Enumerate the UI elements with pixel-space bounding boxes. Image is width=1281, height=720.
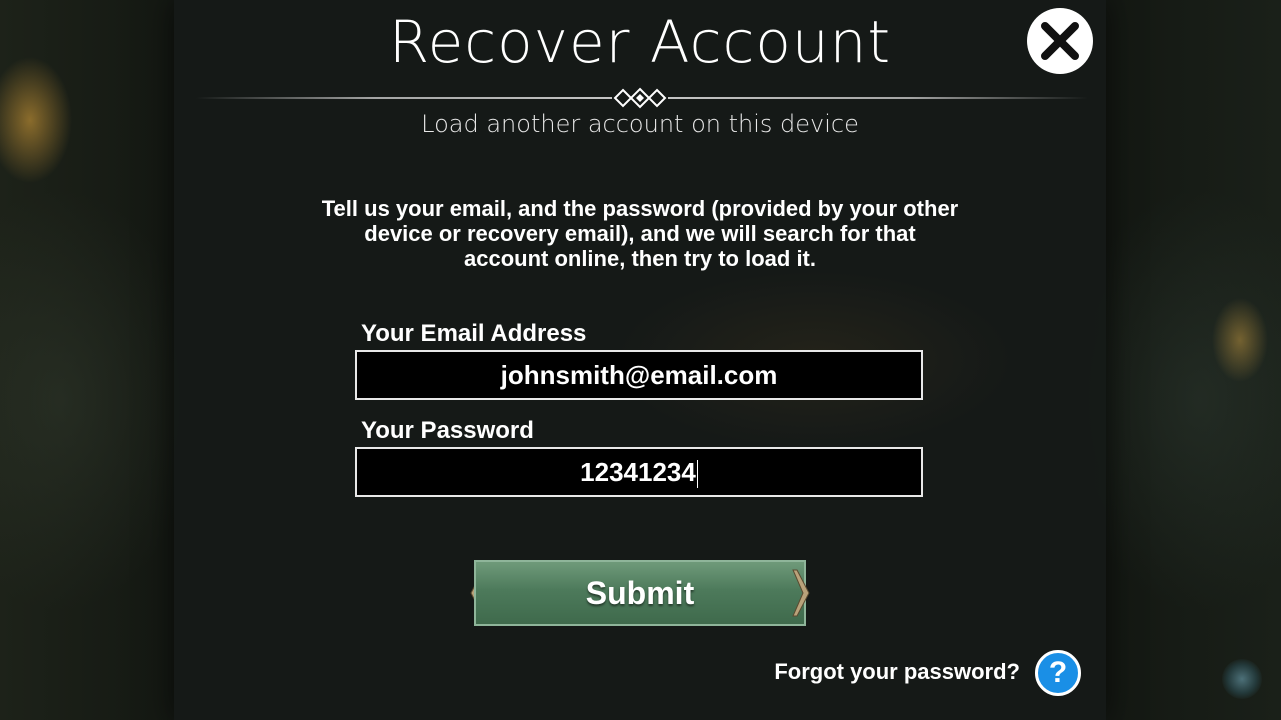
password-value: 12341234 (580, 457, 696, 487)
text-caret (696, 460, 698, 489)
email-value: johnsmith@email.com (500, 360, 778, 390)
password-label: Your Password (361, 417, 534, 444)
password-field[interactable]: 12341234 (355, 447, 923, 497)
email-label: Your Email Address (361, 320, 587, 347)
corner-orb-icon (1222, 659, 1262, 699)
forgot-password-link[interactable]: Forgot your password? (740, 659, 1020, 685)
diamond-ornament-icon (612, 87, 668, 109)
email-field[interactable]: johnsmith@email.com (355, 350, 923, 400)
submit-right-cap-icon (792, 569, 810, 617)
submit-button[interactable]: Submit (474, 560, 806, 626)
help-icon[interactable]: ? (1035, 650, 1081, 696)
instructions-text: Tell us your email, and the password (pr… (321, 196, 959, 271)
close-icon (1041, 22, 1079, 60)
dialog-subtitle: Load another account on this device (421, 110, 859, 138)
dialog-title: Recover Account (388, 8, 892, 76)
close-button[interactable] (1027, 8, 1093, 74)
